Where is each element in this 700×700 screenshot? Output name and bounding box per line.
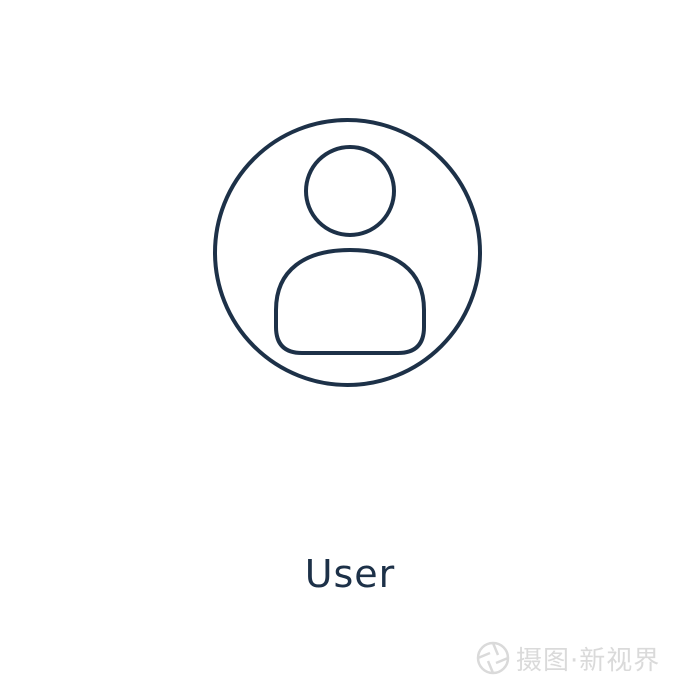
watermark: 摄图·新视界 [476,638,660,678]
user-icon [213,118,482,387]
body-shape [274,248,426,355]
head-circle [304,145,396,237]
camera-aperture-icon [476,641,510,675]
watermark-text: 摄图·新视界 [516,645,661,676]
outer-circle [213,118,482,387]
icon-canvas: User 摄图·新视界 [0,0,700,700]
icon-caption: User [304,552,396,596]
